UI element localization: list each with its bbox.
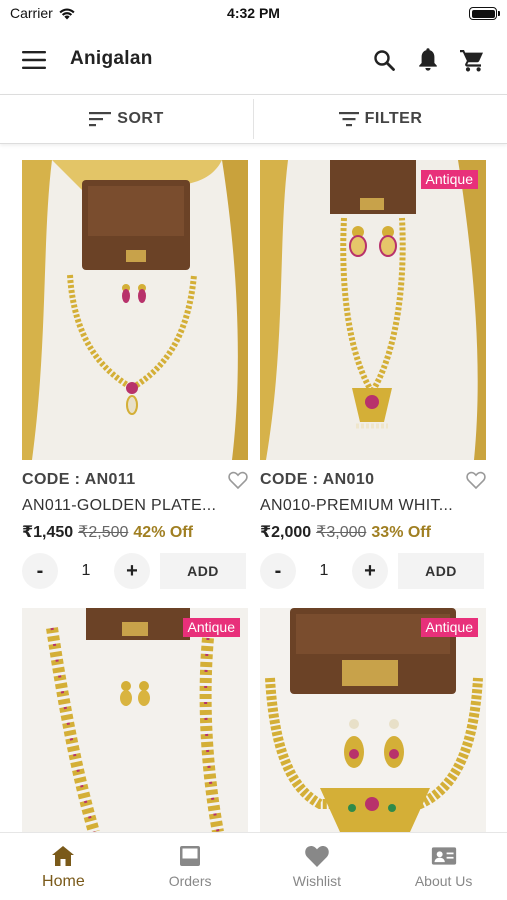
hamburger-menu-icon [22, 51, 46, 69]
cart-button[interactable] [456, 44, 488, 76]
search-button[interactable] [368, 44, 400, 76]
product-image[interactable]: Antique [260, 608, 486, 832]
antique-badge: Antique [420, 618, 478, 637]
increase-qty-button[interactable]: + [114, 553, 150, 589]
antique-badge: Antique [182, 618, 240, 637]
app-title: Anigalan [70, 48, 153, 69]
sort-label: SORT [117, 110, 164, 127]
heart-icon [304, 843, 330, 869]
bell-icon [419, 48, 437, 71]
decrease-qty-button[interactable]: - [260, 553, 296, 589]
quantity-stepper: - 1 + ADD [22, 553, 252, 589]
status-bar: Carrier 4:32 PM [0, 0, 507, 28]
search-icon [374, 50, 395, 71]
quantity-value: 1 [81, 562, 91, 579]
antique-badge: Antique [420, 170, 478, 189]
sort-button[interactable]: SORT [0, 95, 253, 143]
cart-icon [460, 50, 483, 72]
nav-home[interactable]: Home [0, 833, 127, 900]
menu-button[interactable] [18, 44, 50, 76]
nav-label: About Us [414, 873, 473, 889]
wishlist-heart-icon[interactable] [228, 471, 248, 489]
necklace-photo [260, 608, 486, 832]
inbox-icon [177, 843, 203, 869]
quantity-stepper: - 1 + ADD [260, 553, 490, 589]
notifications-button[interactable] [412, 44, 444, 76]
filter-button[interactable]: FILTER [254, 95, 507, 143]
product-code: CODE : AN011 [22, 471, 136, 488]
nav-orders[interactable]: Orders [127, 833, 254, 900]
product-name[interactable]: AN010-PREMIUM WHIT... [260, 497, 470, 515]
price-row: ₹1,450 ₹2,500 42% Off [22, 522, 252, 542]
nav-wishlist[interactable]: Wishlist [254, 833, 381, 900]
product-image[interactable] [22, 160, 248, 460]
original-price: ₹3,000 [316, 524, 367, 541]
nav-label: Orders [168, 873, 212, 889]
discount-label: 33% Off [371, 524, 431, 541]
product-code: CODE : AN010 [260, 471, 375, 488]
product-name[interactable]: AN011-GOLDEN PLATE... [22, 497, 232, 515]
original-price: ₹2,500 [78, 524, 129, 541]
status-time: 4:32 PM [227, 5, 280, 21]
contact-card-icon [431, 843, 457, 869]
price-row: ₹2,000 ₹3,000 33% Off [260, 522, 490, 542]
selling-price: ₹2,000 [260, 524, 312, 541]
add-to-cart-button[interactable]: ADD [160, 553, 246, 589]
quantity-value: 1 [319, 562, 329, 579]
product-image[interactable]: Antique [260, 160, 486, 460]
wishlist-heart-icon[interactable] [466, 471, 486, 489]
necklace-photo [260, 160, 486, 460]
nav-about-us[interactable]: About Us [380, 833, 507, 900]
sort-icon [89, 112, 112, 127]
bottom-navigation: Home Orders Wishlist About Us [0, 832, 507, 900]
filter-icon [338, 112, 359, 127]
selling-price: ₹1,450 [22, 524, 74, 541]
sort-filter-bar: SORT FILTER [0, 94, 507, 144]
battery-icon [469, 7, 500, 20]
filter-label: FILTER [364, 110, 423, 127]
app-bar: Anigalan [0, 28, 507, 92]
product-image[interactable]: Antique [22, 608, 248, 832]
nav-label: Wishlist [292, 873, 341, 889]
nav-label: Home [42, 873, 85, 890]
increase-qty-button[interactable]: + [352, 553, 388, 589]
decrease-qty-button[interactable]: - [22, 553, 58, 589]
home-icon [50, 843, 76, 869]
necklace-photo [22, 608, 248, 832]
necklace-photo [22, 160, 248, 460]
add-to-cart-button[interactable]: ADD [398, 553, 484, 589]
discount-label: 42% Off [133, 524, 193, 541]
